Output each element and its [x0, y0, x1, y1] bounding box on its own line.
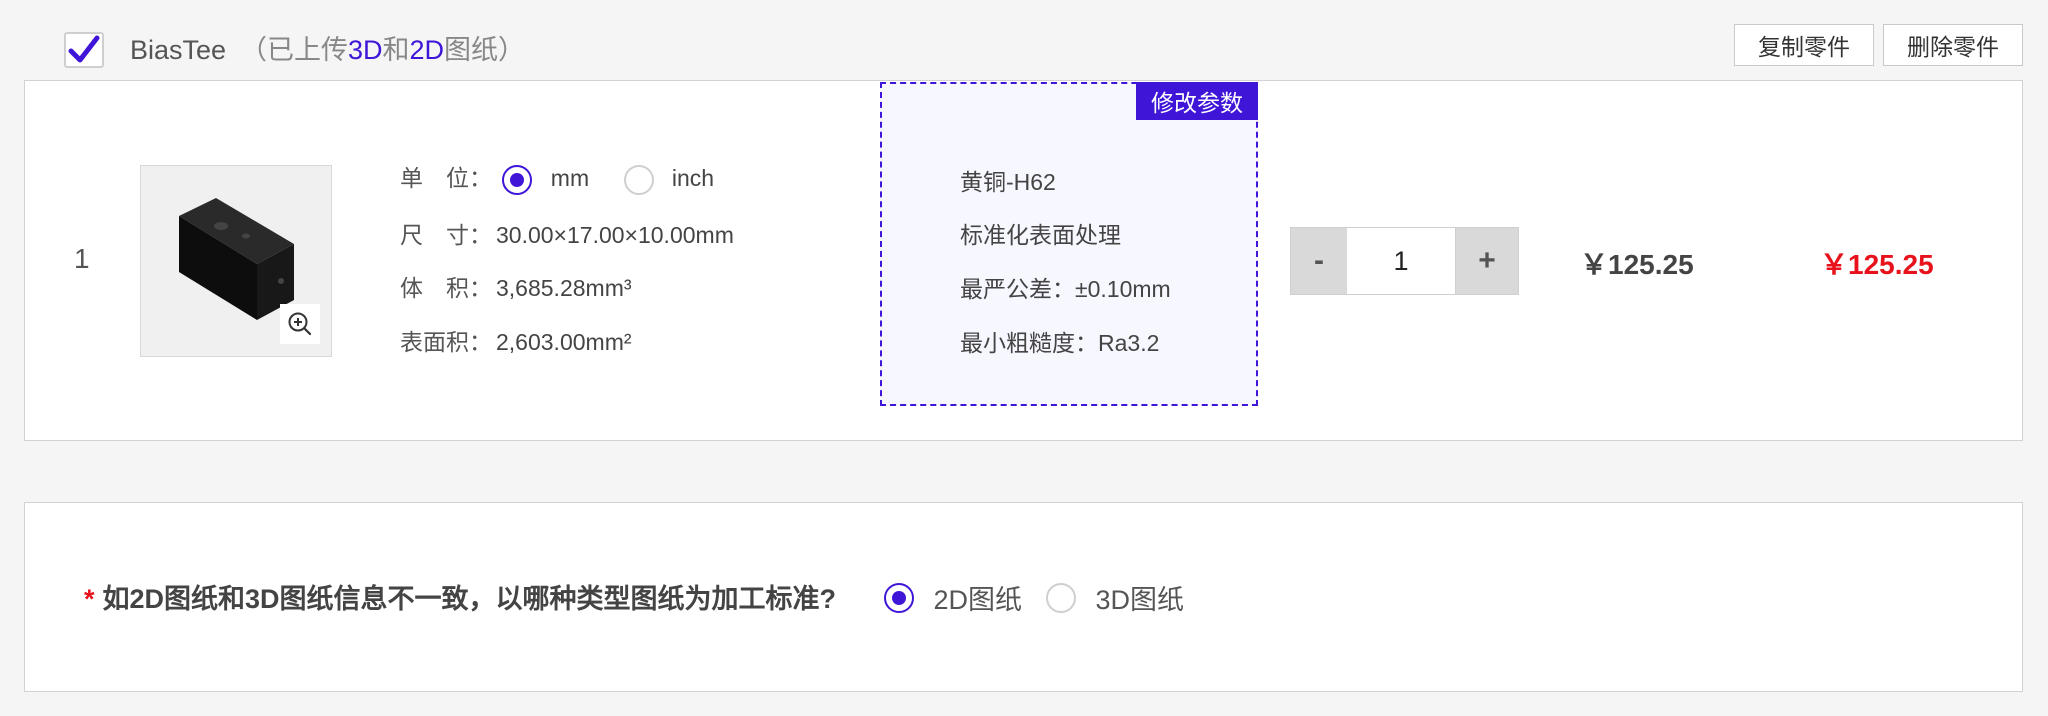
quantity-increase-button[interactable]: +: [1455, 227, 1519, 295]
option-2d-label[interactable]: 2D图纸: [934, 585, 1023, 615]
copy-part-button[interactable]: 复制零件: [1734, 24, 1874, 66]
volume-row: 体 积： 3,685.28mm³: [400, 273, 632, 303]
part-name: BiasTee: [130, 35, 227, 65]
tolerance: 最严公差：±0.10mm: [960, 276, 1171, 302]
surface-treatment: 标准化表面处理: [960, 222, 1121, 248]
row-index: 1: [74, 243, 90, 274]
unit-row: 单 位： mm inch: [400, 163, 714, 195]
delete-part-button[interactable]: 删除零件: [1883, 24, 2023, 66]
unit-radio-inch[interactable]: [623, 164, 654, 195]
quantity-decrease-button[interactable]: -: [1290, 227, 1348, 295]
size-label: 尺 寸：: [400, 222, 492, 248]
question-text: 如2D图纸和3D图纸信息不一致，以哪种类型图纸为加工标准?: [102, 584, 837, 614]
total-price: ￥125.25: [1820, 249, 1934, 280]
size-value: 30.00×17.00×10.00mm: [496, 222, 734, 248]
unit-label: 单 位：: [400, 165, 492, 191]
material-name: 黄铜-H62: [960, 169, 1056, 195]
unit-option-mm[interactable]: mm: [551, 165, 589, 191]
option-3d-label[interactable]: 3D图纸: [1096, 585, 1185, 615]
radio-3d[interactable]: [1046, 582, 1076, 613]
drawing-standard-question: * 如2D图纸和3D图纸信息不一致，以哪种类型图纸为加工标准?: [84, 577, 836, 616]
radio-2d[interactable]: [884, 582, 914, 613]
option-2d[interactable]: 2D图纸: [884, 578, 1022, 617]
roughness: 最小粗糙度：Ra3.2: [960, 330, 1160, 356]
option-3d[interactable]: 3D图纸: [1046, 578, 1184, 617]
area-label: 表面积：: [400, 329, 492, 355]
zoom-in-icon[interactable]: [280, 304, 320, 344]
required-mark: *: [84, 584, 95, 614]
size-row: 尺 寸： 30.00×17.00×10.00mm: [400, 220, 734, 250]
area-value: 2,603.00mm²: [496, 329, 632, 355]
edit-params-button[interactable]: 修改参数: [1136, 82, 1258, 120]
unit-price: ￥125.25: [1580, 249, 1694, 280]
unit-option-inch[interactable]: inch: [672, 165, 714, 191]
part-select-checkbox[interactable]: [64, 32, 104, 68]
upload-status-note: （已上传3D和2D图纸）: [240, 35, 526, 65]
check-icon: [68, 35, 100, 63]
volume-value: 3,685.28mm³: [496, 275, 632, 301]
quantity-input[interactable]: 1: [1347, 227, 1455, 295]
volume-label: 体 积：: [400, 275, 492, 301]
unit-radio-mm[interactable]: [502, 164, 533, 195]
area-row: 表面积： 2,603.00mm²: [400, 327, 632, 357]
